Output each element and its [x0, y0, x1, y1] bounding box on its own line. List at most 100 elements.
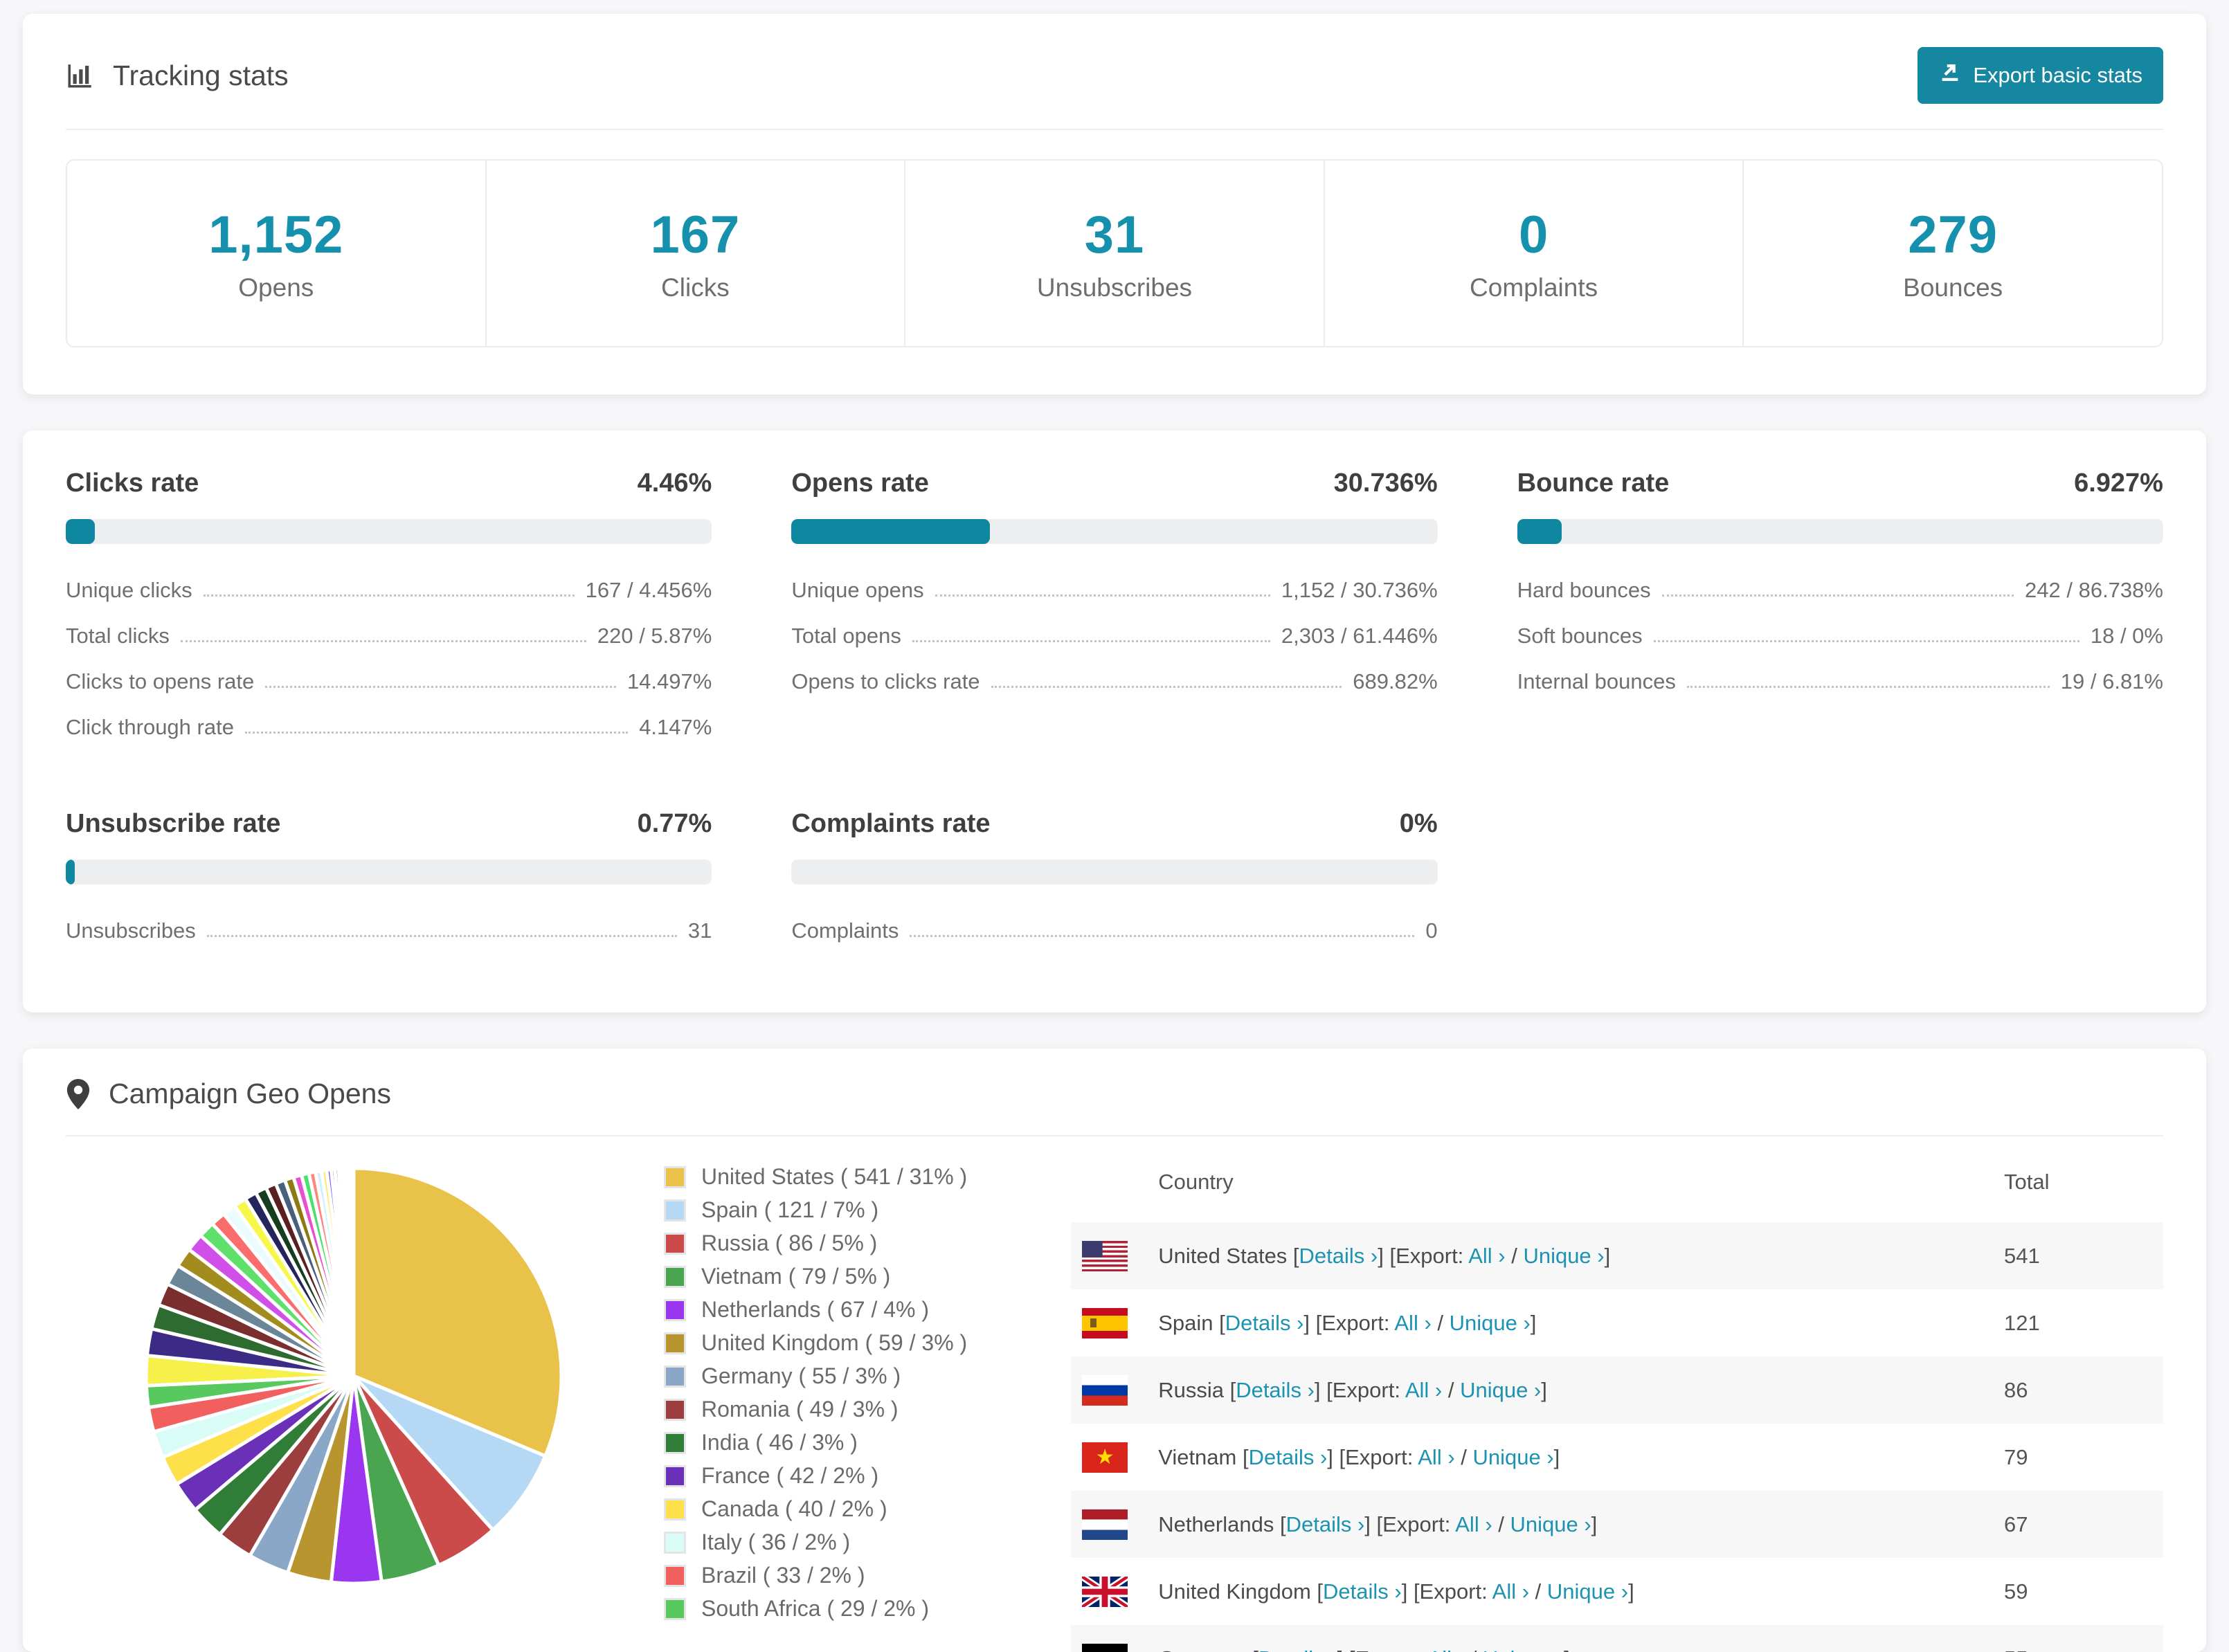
stat-box-opens: 1,152 Opens: [66, 159, 487, 347]
dotted-leader: [1687, 686, 2050, 688]
rate-row: Click through rate 4.147%: [66, 705, 712, 750]
table-row-de: Germany [Details ›] [Export: All › / Uni…: [1071, 1625, 2163, 1652]
export-all-link[interactable]: All ›: [1428, 1646, 1465, 1652]
rate-block: Bounce rate 6.927% Hard bounces 242 / 86…: [1517, 469, 2163, 750]
geo-table: Country Total United States [Details ›] …: [1071, 1146, 2163, 1652]
legend-item-india[interactable]: India ( 46 / 3% ): [664, 1430, 967, 1455]
export-unique-link[interactable]: Unique ›: [1483, 1646, 1564, 1652]
progress-fill: [791, 519, 990, 544]
legend-label: Italy ( 36 / 2% ): [701, 1530, 850, 1555]
stat-value: 1,152: [208, 205, 343, 265]
rate-title: Bounce rate: [1517, 469, 1670, 498]
export-unique-link[interactable]: Unique ›: [1510, 1512, 1591, 1536]
details-link[interactable]: Details ›: [1299, 1244, 1378, 1268]
legend-item-united-kingdom[interactable]: United Kingdom ( 59 / 3% ): [664, 1330, 967, 1356]
country-cell: United States [Details ›] [Export: All ›…: [1158, 1244, 2004, 1269]
rate-title: Clicks rate: [66, 469, 199, 498]
dotted-leader: [910, 935, 1414, 937]
details-link[interactable]: Details ›: [1225, 1311, 1304, 1335]
dotted-leader: [912, 640, 1270, 642]
legend-item-germany[interactable]: Germany ( 55 / 3% ): [664, 1363, 967, 1389]
export-all-link[interactable]: All ›: [1455, 1512, 1492, 1536]
dotted-leader: [1662, 594, 2014, 597]
total-cell: 67: [2004, 1512, 2163, 1537]
geo-pie-chart: [132, 1154, 575, 1601]
export-all-link[interactable]: All ›: [1468, 1244, 1505, 1268]
rate-value: 30.736%: [1334, 469, 1438, 498]
tracking-stats-header: Tracking stats Export basic stats: [66, 47, 2163, 130]
pie-slice-other-32[interactable]: [353, 1168, 354, 1376]
rate-row: Total opens 2,303 / 61.446%: [791, 613, 1437, 659]
col-country: Country: [1158, 1170, 2004, 1195]
legend-item-vietnam[interactable]: Vietnam ( 79 / 5% ): [664, 1264, 967, 1289]
legend-item-netherlands[interactable]: Netherlands ( 67 / 4% ): [664, 1297, 967, 1323]
table-row-nl: Netherlands [Details ›] [Export: All › /…: [1071, 1491, 2163, 1558]
export-all-link[interactable]: All ›: [1418, 1445, 1454, 1469]
legend-label: United States ( 541 / 31% ): [701, 1164, 967, 1190]
dotted-leader: [204, 594, 575, 597]
page-title: Tracking stats: [113, 60, 289, 92]
legend-item-brazil[interactable]: Brazil ( 33 / 2% ): [664, 1563, 967, 1588]
flag-ru: [1082, 1375, 1128, 1406]
bar-chart-icon: [66, 61, 95, 90]
export-unique-link[interactable]: Unique ›: [1523, 1244, 1604, 1268]
legend-label: Romania ( 49 / 3% ): [701, 1397, 899, 1422]
legend-item-romania[interactable]: Romania ( 49 / 3% ): [664, 1397, 967, 1422]
total-cell: 59: [2004, 1579, 2163, 1604]
legend-label: Brazil ( 33 / 2% ): [701, 1563, 865, 1588]
map-pin-icon: [66, 1079, 91, 1109]
legend-label: United Kingdom ( 59 / 3% ): [701, 1330, 967, 1356]
legend-swatch: [664, 1299, 686, 1321]
export-basic-stats-button[interactable]: Export basic stats: [1917, 47, 2163, 104]
legend-item-spain[interactable]: Spain ( 121 / 7% ): [664, 1197, 967, 1223]
legend-item-canada[interactable]: Canada ( 40 / 2% ): [664, 1496, 967, 1522]
legend-item-united-states[interactable]: United States ( 541 / 31% ): [664, 1164, 967, 1190]
details-link[interactable]: Details ›: [1249, 1445, 1328, 1469]
stat-value: 167: [650, 205, 740, 265]
legend-swatch: [664, 1233, 686, 1255]
details-link[interactable]: Details ›: [1258, 1646, 1337, 1652]
rate-value: 0.77%: [638, 809, 712, 839]
legend-item-italy[interactable]: Italy ( 36 / 2% ): [664, 1530, 967, 1555]
legend-item-france[interactable]: France ( 42 / 2% ): [664, 1463, 967, 1489]
rate-value: 6.927%: [2074, 469, 2163, 498]
rate-title: Opens rate: [791, 469, 929, 498]
rate-row: Internal bounces 19 / 6.81%: [1517, 659, 2163, 705]
export-all-link[interactable]: All ›: [1405, 1378, 1442, 1402]
stat-label: Complaints: [1470, 273, 1598, 302]
rate-value: 4.46%: [638, 469, 712, 498]
vietnam-star: ★: [1096, 1447, 1114, 1468]
legend-item-russia[interactable]: Russia ( 86 / 5% ): [664, 1231, 967, 1256]
export-unique-link[interactable]: Unique ›: [1450, 1311, 1531, 1335]
legend-swatch: [664, 1465, 686, 1487]
details-link[interactable]: Details ›: [1236, 1378, 1315, 1402]
export-unique-link[interactable]: Unique ›: [1547, 1579, 1628, 1604]
legend-item-south-africa[interactable]: South Africa ( 29 / 2% ): [664, 1596, 967, 1622]
rate-row: Opens to clicks rate 689.82%: [791, 659, 1437, 705]
export-all-link[interactable]: All ›: [1492, 1579, 1529, 1604]
rate-block: Clicks rate 4.46% Unique clicks 167 / 4.…: [66, 469, 712, 750]
table-row-ru: Russia [Details ›] [Export: All › / Uniq…: [1071, 1356, 2163, 1424]
legend-swatch: [664, 1532, 686, 1554]
geo-table-header: Country Total: [1071, 1146, 2163, 1222]
export-unique-link[interactable]: Unique ›: [1472, 1445, 1553, 1469]
export-unique-link[interactable]: Unique ›: [1460, 1378, 1541, 1402]
geo-opens-card: Campaign Geo Opens United States ( 541 /…: [23, 1049, 2206, 1652]
country-cell: Germany [Details ›] [Export: All › / Uni…: [1158, 1646, 2004, 1652]
total-cell: 55: [2004, 1646, 2163, 1652]
legend-label: Russia ( 86 / 5% ): [701, 1231, 877, 1256]
rate-block: Opens rate 30.736% Unique opens 1,152 / …: [791, 469, 1437, 750]
progress-bar: [1517, 519, 2163, 544]
details-link[interactable]: Details ›: [1286, 1512, 1365, 1536]
stat-value: 0: [1519, 205, 1549, 265]
details-link[interactable]: Details ›: [1323, 1579, 1402, 1604]
total-cell: 86: [2004, 1378, 2163, 1403]
legend-swatch: [664, 1565, 686, 1587]
dotted-leader: [245, 732, 628, 734]
rate-block: Complaints rate 0% Complaints 0: [791, 809, 1437, 954]
progress-fill: [1517, 519, 1562, 544]
country-cell: Netherlands [Details ›] [Export: All › /…: [1158, 1512, 2004, 1537]
stat-value: 31: [1085, 205, 1145, 265]
export-all-link[interactable]: All ›: [1394, 1311, 1431, 1335]
legend-swatch: [664, 1266, 686, 1288]
